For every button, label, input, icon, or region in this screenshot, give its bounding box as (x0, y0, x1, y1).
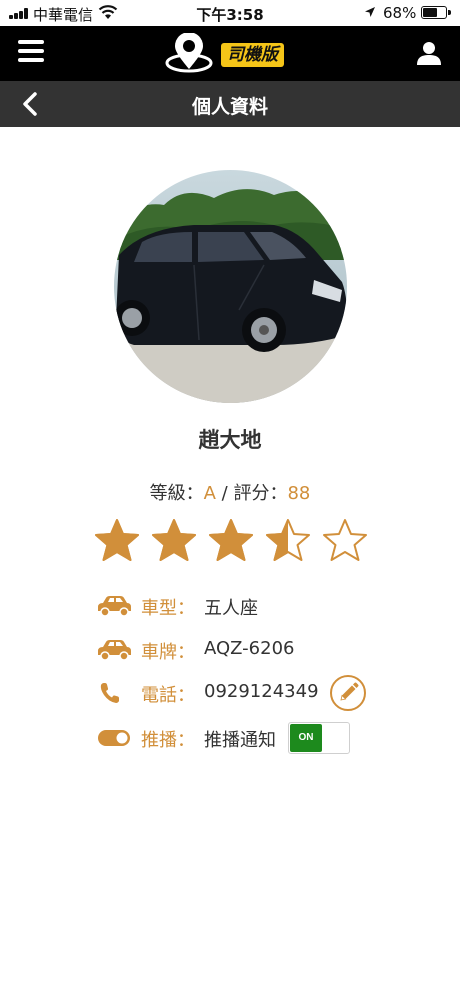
phone-value: 0929124349 (204, 681, 319, 702)
score-label: 評分： (233, 483, 288, 504)
phone-row: 電話： 0929124349 (96, 678, 416, 708)
star-icon (266, 519, 310, 561)
star-icon (95, 519, 139, 561)
star-icon (209, 519, 253, 561)
edit-phone-button[interactable] (330, 675, 366, 711)
grade-label: 等級： (149, 483, 204, 504)
push-label: 推播： (141, 730, 195, 751)
battery-icon (421, 6, 451, 19)
plate-row: 車牌： AQZ-6206 (96, 635, 416, 665)
car-type-label: 車型： (141, 598, 195, 619)
status-bar: 中華電信 下午3:58 68% (0, 0, 460, 26)
toggle-icon (98, 730, 130, 746)
battery-percent: 68% (383, 4, 417, 22)
grade-value: A (203, 483, 216, 504)
rating-line: 等級：A / 評分：88 (0, 479, 460, 505)
car-type-value: 五人座 (204, 598, 258, 619)
phone-icon (100, 683, 119, 703)
location-arrow-icon (365, 7, 375, 17)
avatar (114, 170, 347, 403)
star-icon (152, 519, 196, 561)
page-title: 個人資料 (191, 96, 268, 118)
app-logo: 司機版 (165, 33, 295, 75)
phone-label: 電話： (141, 685, 195, 706)
logo-badge: 司機版 (221, 43, 284, 67)
sub-header: 個人資料 (0, 81, 460, 127)
user-icon[interactable] (416, 40, 442, 66)
app-header: 司機版 (0, 26, 460, 81)
push-toggle[interactable]: ON (288, 722, 350, 754)
car-icon (98, 640, 131, 661)
pencil-icon (340, 682, 359, 701)
rating-separator: / (215, 483, 234, 504)
push-row: 推播： 推播通知 (96, 723, 416, 753)
car-icon (98, 596, 131, 617)
driver-name: 趙大地 (198, 428, 262, 452)
push-toggle-on: ON (290, 724, 322, 752)
car-photo (114, 170, 347, 403)
logo-pin-icon (165, 33, 213, 73)
score-value: 88 (287, 483, 311, 504)
star-icon (323, 519, 367, 561)
plate-value: AQZ-6206 (204, 638, 295, 659)
car-type-row: 車型： 五人座 (96, 591, 416, 621)
plate-label: 車牌： (141, 642, 195, 663)
battery-fill (423, 8, 437, 17)
push-value: 推播通知 (204, 730, 276, 751)
star-rating (94, 518, 368, 564)
menu-icon[interactable] (18, 40, 44, 62)
